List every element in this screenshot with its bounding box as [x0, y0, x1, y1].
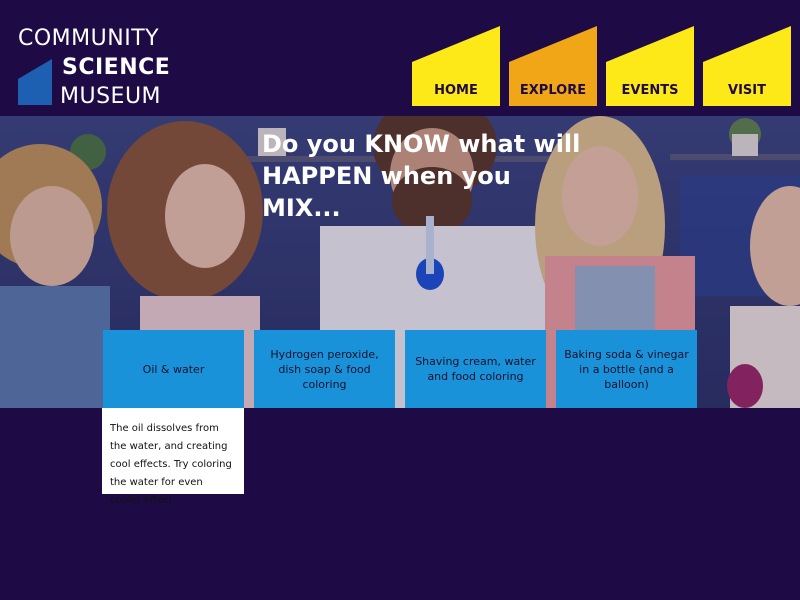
main-nav: HOME EXPLORE EVENTS VISIT [412, 26, 792, 106]
nav-visit[interactable]: VISIT [703, 26, 791, 106]
nav-explore[interactable]: EXPLORE [509, 26, 597, 106]
nav-home[interactable]: HOME [412, 26, 500, 106]
nav-events-label: EVENTS [621, 83, 679, 98]
experiment-card-shaving-cream[interactable]: Shaving cream, water and food coloring [405, 330, 546, 408]
nav-events[interactable]: EVENTS [606, 26, 694, 106]
experiment-card-label: Oil & water [142, 362, 205, 376]
logo-line-science: SCIENCE [62, 55, 171, 80]
experiment-detail-panel: The oil dissolves from the water, and cr… [102, 408, 244, 506]
experiment-card-hydrogen-peroxide[interactable]: Hydrogen peroxide, dish soap & food colo… [254, 330, 395, 408]
logo-line-museum: MUSEUM [60, 84, 162, 109]
nav-visit-label: VISIT [728, 83, 766, 98]
experiment-card-label: Shaving cream, water and food coloring [415, 355, 536, 383]
experiment-card-baking-soda[interactable]: Baking soda & vinegar in a bottle (and a… [556, 330, 697, 408]
logo-line-community: COMMUNITY [18, 26, 160, 51]
experiment-card-oil-water[interactable]: Oil & water [103, 330, 244, 408]
nav-explore-label: EXPLORE [519, 83, 587, 98]
experiment-card-label: Hydrogen peroxide, dish soap & food colo… [270, 347, 379, 391]
experiment-card-label: Baking soda & vinegar in a bottle (and a… [564, 347, 689, 391]
hero-headline: Do you KNOW what will HAPPEN when you MI… [262, 130, 581, 222]
nav-home-label: HOME [434, 83, 478, 98]
experiment-detail-text: The oil dissolves from the water, and cr… [110, 423, 232, 506]
site-header: COMMUNITY SCIENCE MUSEUM HOME EXPLORE EV… [0, 0, 800, 116]
logo-mark-icon [18, 59, 52, 105]
museum-logo[interactable]: COMMUNITY SCIENCE MUSEUM [18, 26, 171, 110]
